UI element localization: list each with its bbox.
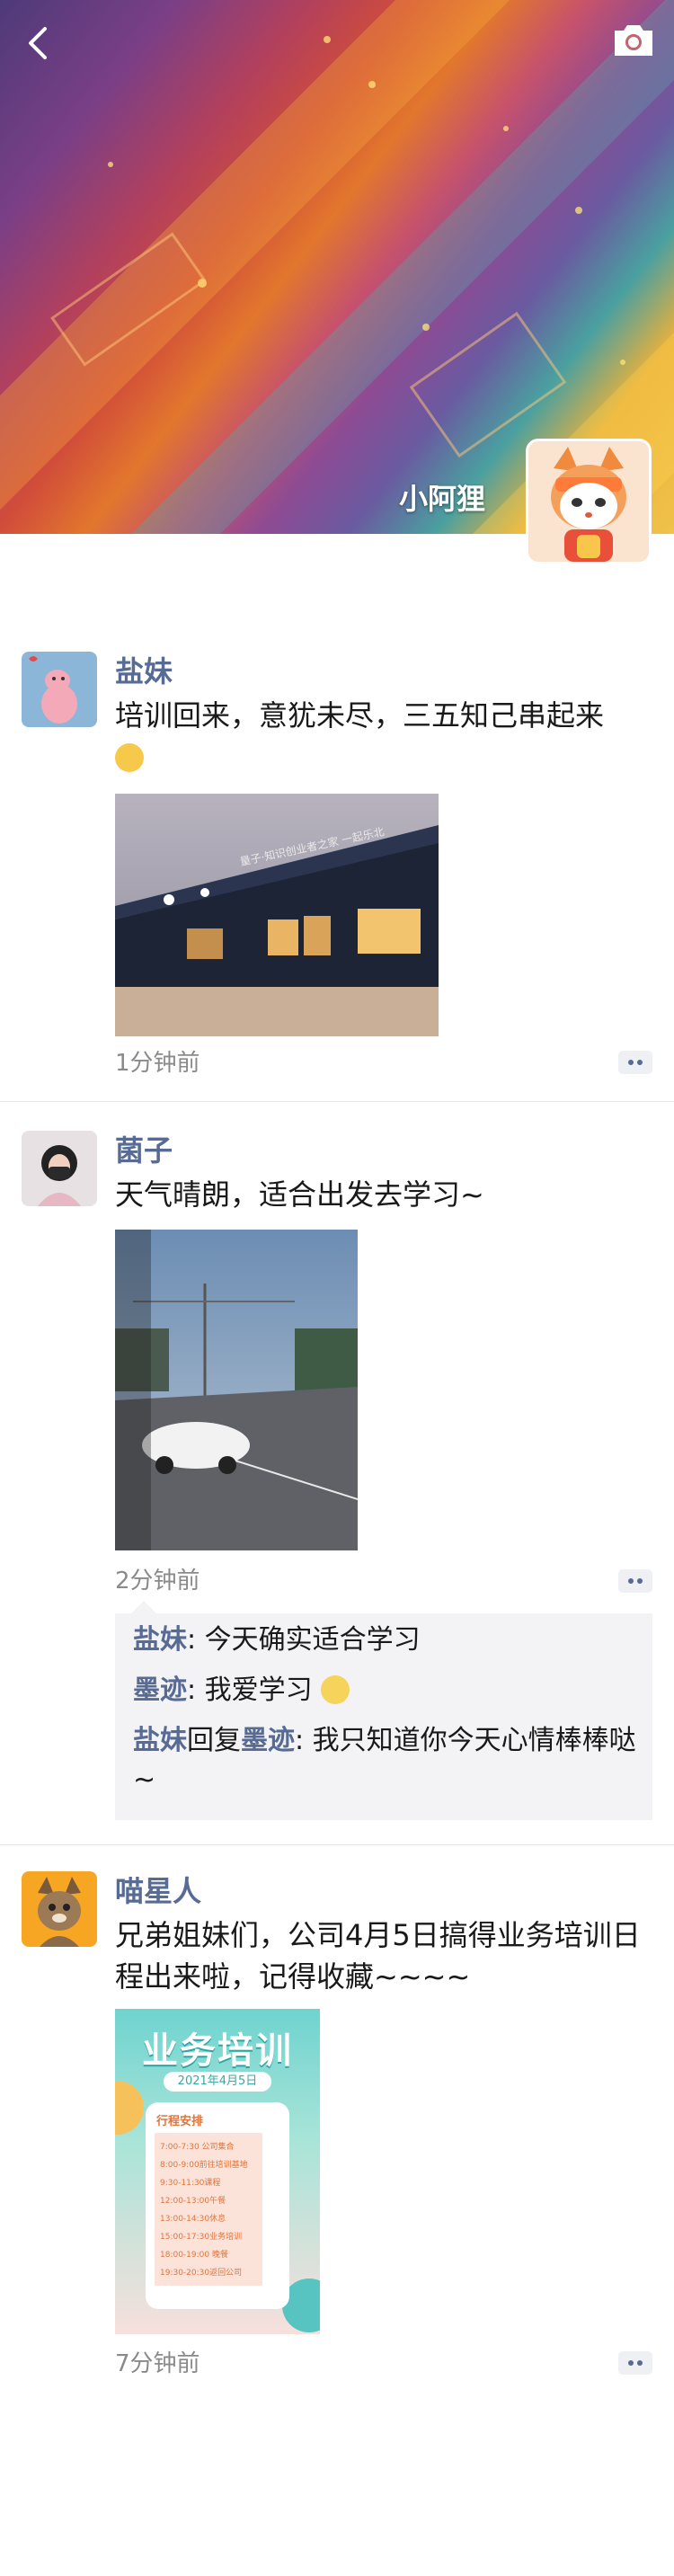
poster-schedule-list: 7:00-7:30 公司集合 8:00-9:00前往培训基地 9:30-11:3… <box>155 2133 262 2286</box>
more-options-button[interactable] <box>618 2351 652 2375</box>
schedule-row: 12:00-13:00午餐 <box>160 2197 226 2206</box>
moments-page: 小阿狸 盐妹 培训回来，意犹未尽，三五知己串起来 量子·知识创业者之家 一起乐北… <box>0 0 674 2576</box>
post-time: 2分钟前 <box>115 1568 200 1594</box>
comment-item[interactable]: 墨迹: 我爱学习 <box>133 1671 636 1710</box>
post-author[interactable]: 盐妹 <box>115 652 173 691</box>
dot-icon <box>637 2360 643 2366</box>
post-author[interactable]: 菌子 <box>115 1131 173 1170</box>
schedule-row: 13:00-14:30休息 <box>160 2215 226 2224</box>
poster-date: 2021年4月5日 <box>164 2072 271 2092</box>
comment-text: 今天确实适合学习 <box>204 1624 421 1656</box>
training-schedule-poster[interactable]: 业务培训 2021年4月5日 行程安排 7:00-7:30 公司集合 8:00-… <box>115 2009 320 2334</box>
dot-icon <box>637 1578 643 1584</box>
schedule-row: 15:00-17:30业务培训 <box>160 2233 243 2242</box>
post-author[interactable]: 喵星人 <box>115 1871 201 1911</box>
comment-separator: : <box>187 1674 205 1706</box>
comment-item[interactable]: 盐妹回复墨迹: 我只知道你今天心情棒棒哒~ <box>133 1721 636 1800</box>
cover-speck <box>108 162 113 167</box>
cover-speck <box>620 360 625 365</box>
post-divider <box>0 1101 674 1102</box>
comment-reply-to[interactable]: 墨迹 <box>241 1725 295 1756</box>
umbrella-decoration <box>115 2081 144 2135</box>
comment-author[interactable]: 盐妹 <box>133 1725 187 1756</box>
restaurant-night-photo: 量子·知识创业者之家 一起乐北 <box>115 794 439 1036</box>
post-text-content: 培训回来，意犹未尽，三五知己串起来 <box>115 698 605 733</box>
girl-avatar-image <box>22 1131 97 1206</box>
dot-icon <box>637 1060 643 1065</box>
post-time: 1分钟前 <box>115 1050 200 1077</box>
post-photo[interactable]: 量子·知识创业者之家 一起乐北 <box>115 794 439 1036</box>
post-text: 天气晴朗，适合出发去学习~ <box>115 1177 484 1212</box>
post-divider <box>0 1844 674 1845</box>
cover-scribble <box>409 311 567 458</box>
cover-speck <box>324 36 331 43</box>
comment-author[interactable]: 盐妹 <box>133 1624 187 1656</box>
schedule-row: 7:00-7:30 公司集合 <box>160 2143 235 2152</box>
chevron-left-icon <box>29 27 47 59</box>
back-button[interactable] <box>20 20 56 67</box>
schedule-row: 19:30-20:30返回公司 <box>160 2269 243 2278</box>
poster-section-title: 行程安排 <box>156 2115 204 2128</box>
poster-card: 行程安排 7:00-7:30 公司集合 8:00-9:00前往培训基地 9:30… <box>146 2102 289 2309</box>
post-time: 7分钟前 <box>115 2350 200 2377</box>
schedule-row: 18:00-19:00 晚餐 <box>160 2251 228 2260</box>
schedule-row: 9:30-11:30课程 <box>160 2179 221 2188</box>
squinting-face-icon <box>115 743 144 772</box>
comments-caret <box>131 1601 156 1613</box>
street-window-photo <box>115 1230 358 1550</box>
comment-item[interactable]: 盐妹: 今天确实适合学习 <box>133 1621 636 1660</box>
dot-icon <box>628 2360 634 2366</box>
dot-icon <box>628 1060 634 1065</box>
comment-separator: : <box>187 1624 205 1656</box>
post-photo[interactable] <box>115 1230 358 1550</box>
post-text: 培训回来，意犹未尽，三五知己串起来 <box>115 695 654 777</box>
cover-speck <box>575 207 582 214</box>
author-avatar[interactable] <box>22 652 97 727</box>
author-avatar[interactable] <box>22 1871 97 1947</box>
cover-speck <box>422 324 430 331</box>
comments-panel: 盐妹: 今天确实适合学习 墨迹: 我爱学习 盐妹回复墨迹: 我只知道你今天心情棒… <box>115 1601 652 1820</box>
comment-author[interactable]: 墨迹 <box>133 1674 187 1706</box>
author-avatar[interactable] <box>22 1131 97 1206</box>
fox-avatar-image <box>528 441 649 562</box>
pink-toy-avatar-image <box>22 652 97 727</box>
poster-title: 业务培训 <box>142 2030 293 2072</box>
cover-speck <box>368 81 376 88</box>
more-options-button[interactable] <box>618 1569 652 1593</box>
cat-avatar-image <box>22 1871 97 1947</box>
schedule-row: 8:00-9:00前往培训基地 <box>160 2161 248 2170</box>
more-options-button[interactable] <box>618 1051 652 1074</box>
comment-text: 我爱学习 <box>204 1674 313 1706</box>
comment-separator: : <box>295 1725 313 1756</box>
camera-icon <box>615 25 652 56</box>
comment-reply-word: 回复 <box>187 1725 241 1756</box>
user-name[interactable]: 小阿狸 <box>399 476 485 518</box>
post-text: 兄弟姐妹们，公司4月5日搞得业务培训日程出来啦，记得收藏~~~~ <box>115 1918 641 1994</box>
camera-button[interactable] <box>611 20 656 59</box>
dot-icon <box>628 1578 634 1584</box>
hush-face-icon <box>321 1675 350 1704</box>
cover-speck <box>503 126 509 131</box>
user-avatar[interactable] <box>526 439 652 564</box>
